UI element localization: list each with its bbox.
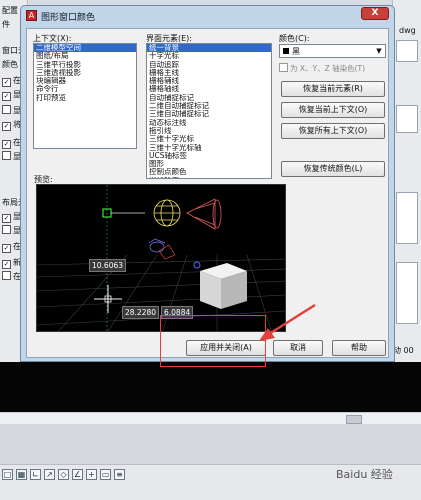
list-item[interactable]: 命令行 (34, 85, 136, 93)
grid-icon[interactable]: ▦ (16, 469, 27, 480)
help-button[interactable]: 帮助 (332, 340, 386, 356)
color-select[interactable]: 黑 ▼ (279, 44, 386, 58)
bg-checkbox[interactable]: ✓ (2, 244, 11, 253)
dialog-body: 上下文(X): 二维模型空间 图纸/布局 三维平行投影 三维透视投影 块编辑器 命令行 打印… (26, 28, 389, 358)
list-item[interactable]: 打印预览 (34, 94, 136, 102)
bg-option-label: 颜色 (2, 60, 18, 69)
list-item[interactable]: 三维自动捕捉标记 (147, 110, 271, 118)
list-item[interactable]: 动态标注线 (147, 119, 271, 127)
tint-axes-label: 为 X、Y、Z 轴染色(T) (290, 64, 366, 73)
bg-option-label: 件 (2, 20, 10, 29)
title-bar[interactable]: A 图形窗口颜色 X (21, 6, 394, 26)
coordinate-readout: 10.6063 (89, 259, 127, 272)
list-item[interactable]: 自动捕捉标记 (147, 94, 271, 102)
coordinate-readout: 28.2280 (122, 306, 160, 319)
bg-checkbox[interactable] (2, 151, 11, 160)
preview-pane: 10.6063 28.2280 6.0884 (36, 184, 286, 332)
list-item[interactable]: 三维十字光标 (147, 135, 271, 143)
annotation-arrow (259, 303, 316, 341)
app-icon: A (26, 10, 37, 21)
lineweight-icon[interactable]: ≡ (114, 469, 125, 480)
bg-checkbox[interactable]: ✓ (2, 78, 11, 87)
bg-checkbox[interactable]: ✓ (2, 92, 11, 101)
bg-field[interactable] (396, 105, 418, 133)
list-item[interactable]: 光线轮廓 (147, 177, 271, 178)
bg-checkbox[interactable] (2, 271, 11, 280)
list-item[interactable]: 二维自动捕捉标记 (147, 102, 271, 110)
list-item[interactable]: 图纸/布局 (34, 52, 136, 60)
list-item[interactable]: 控制点颜色 (147, 168, 271, 176)
tint-axes-option[interactable]: 为 X、Y、Z 轴染色(T) (279, 63, 365, 74)
command-area[interactable] (0, 362, 421, 412)
list-item[interactable]: 自动追踪 (147, 61, 271, 69)
list-item[interactable]: 三维透视投影 (34, 69, 136, 77)
dialog-title: 图形窗口颜色 (41, 13, 96, 23)
list-item[interactable]: 块编辑器 (34, 77, 136, 85)
list-item[interactable]: 图形 (147, 160, 271, 168)
list-item[interactable]: 十字光标 (147, 52, 271, 60)
list-item[interactable]: 三维平行投影 (34, 61, 136, 69)
list-item[interactable]: 栅格轴线 (147, 85, 271, 93)
bg-checkbox[interactable] (2, 225, 11, 234)
close-button[interactable]: X (361, 7, 389, 20)
color-dialog: A 图形窗口颜色 X 上下文(X): 二维模型空间 图纸/布局 三维平行投影 三维透视… (20, 5, 395, 362)
bg-checkbox[interactable] (2, 105, 11, 114)
polar-icon[interactable]: ↗ (44, 469, 55, 480)
list-item[interactable]: 栅格辅线 (147, 77, 271, 85)
bg-option-label: 配置 (2, 6, 18, 15)
list-item[interactable]: 统一背景 (147, 44, 271, 53)
restore-current-element-button[interactable]: 恢复当前元素(R) (281, 81, 385, 97)
dyn-icon[interactable]: ▭ (100, 469, 111, 480)
bg-file-label: dwg (399, 26, 416, 35)
watermark: Baidu 经验 (336, 468, 393, 481)
list-item[interactable]: 三维十字光标轴 (147, 144, 271, 152)
list-item[interactable]: 拖引线 (147, 127, 271, 135)
bg-checkbox[interactable]: ✓ (2, 214, 11, 223)
otrack-icon[interactable]: ∠ (72, 469, 83, 480)
restore-current-context-button[interactable]: 恢复当前上下文(O) (281, 102, 385, 118)
bg-checkbox[interactable]: ✓ (2, 122, 11, 131)
ducs-icon[interactable]: + (86, 469, 97, 480)
list-item[interactable]: 栅格主线 (147, 69, 271, 77)
list-item[interactable]: 二维模型空间 (34, 44, 136, 53)
bg-checkbox[interactable]: ✓ (2, 140, 11, 149)
restore-all-contexts-button[interactable]: 恢复所有上下文(O) (281, 123, 385, 139)
scrollbar-thumb[interactable] (346, 415, 362, 424)
list-item[interactable]: UCS轴标签 (147, 152, 271, 160)
snap-icon[interactable]: □ (2, 469, 13, 480)
tint-axes-checkbox[interactable] (279, 63, 288, 72)
horizontal-scrollbar[interactable] (0, 412, 421, 424)
color-value: 黑 (292, 47, 300, 56)
background-area (0, 424, 421, 464)
bg-field[interactable] (396, 40, 418, 62)
bg-status-label: 动 00 (393, 346, 414, 355)
bg-field[interactable] (396, 262, 418, 324)
highlight-box (160, 315, 266, 367)
restore-classic-colors-button[interactable]: 恢复传统颜色(L) (281, 161, 385, 177)
osnap-icon[interactable]: ◇ (58, 469, 69, 480)
chevron-down-icon[interactable]: ▼ (373, 45, 385, 57)
context-list[interactable]: 二维模型空间 图纸/布局 三维平行投影 三维透视投影 块编辑器 命令行 打印预览 (33, 43, 137, 149)
color-swatch (283, 48, 289, 54)
color-label: 颜色(C): (279, 34, 310, 43)
bg-field[interactable] (396, 192, 418, 244)
bg-checkbox[interactable]: ✓ (2, 260, 11, 269)
ortho-icon[interactable]: ∟ (30, 469, 41, 480)
element-list[interactable]: 统一背景 十字光标 自动追踪 栅格主线 栅格辅线 栅格轴线 自动捕捉标记 二维自动捕捉标记 三维… (146, 43, 272, 179)
